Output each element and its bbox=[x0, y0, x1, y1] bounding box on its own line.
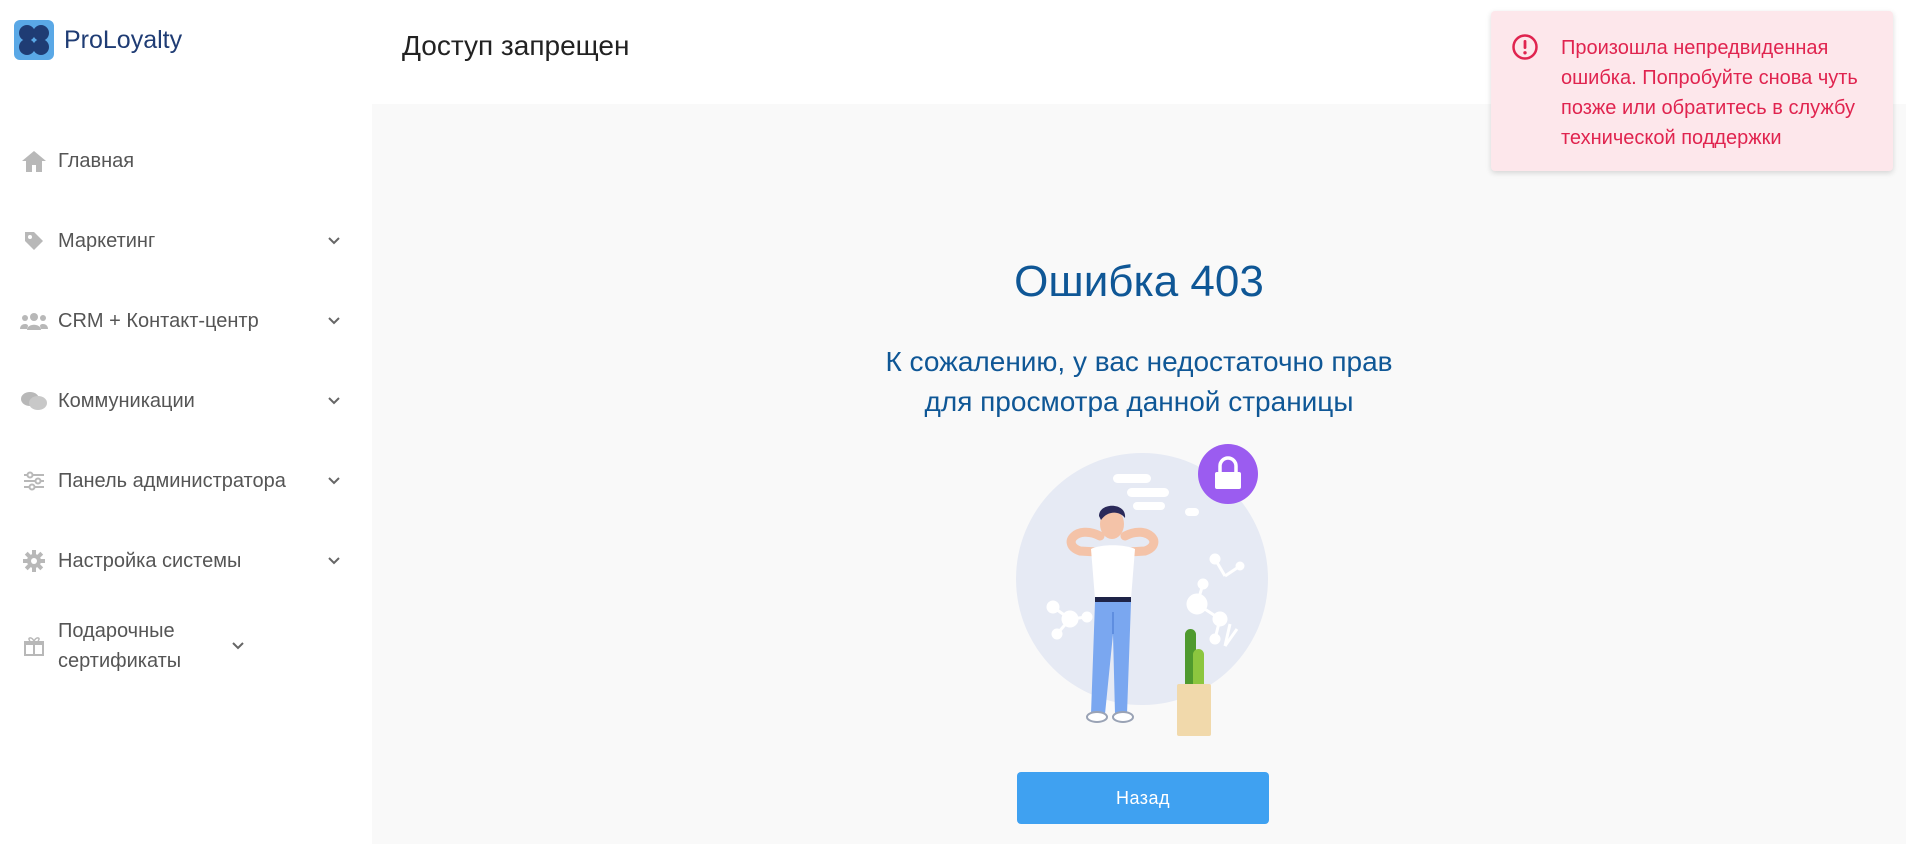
sliders-icon bbox=[20, 467, 48, 495]
sidebar-item-label: Панель администратора bbox=[58, 470, 286, 492]
chevron-down-icon[interactable] bbox=[324, 311, 344, 331]
chevron-down-icon[interactable] bbox=[324, 471, 344, 491]
users-icon bbox=[20, 307, 48, 335]
alert-circle-icon bbox=[1511, 33, 1539, 66]
sidebar-item-label: Настройка системы bbox=[58, 550, 242, 572]
page-title: Доступ запрещен bbox=[402, 30, 630, 61]
chevron-down-icon[interactable] bbox=[324, 391, 344, 411]
logo-icon bbox=[14, 20, 54, 60]
chevron-down-icon[interactable] bbox=[324, 231, 344, 251]
tag-icon bbox=[20, 227, 48, 255]
logo[interactable]: ProLoyalty bbox=[14, 20, 182, 60]
sidebar-item-gift-certificates[interactable]: Подарочные сертификаты bbox=[0, 601, 372, 691]
main-content: Ошибка 403 К сожалению, у вас недостаточ… bbox=[372, 104, 1906, 844]
error-message: К сожалению, у вас недостаточно прав для… bbox=[372, 342, 1906, 422]
gift-icon bbox=[20, 632, 48, 660]
sidebar-item-label: CRM + Контакт-центр bbox=[58, 310, 259, 332]
sidebar-item-admin-panel[interactable]: Панель администратора bbox=[0, 441, 372, 521]
error-message-line-2: для просмотра данной страницы bbox=[924, 386, 1354, 417]
toast-message: Произошла непредвиденная ошибка. Попробу… bbox=[1561, 37, 1858, 149]
sidebar-item-communications[interactable]: Коммуникации bbox=[0, 361, 372, 441]
back-button[interactable]: Назад bbox=[1017, 772, 1269, 824]
sidebar-item-marketing[interactable]: Маркетинг bbox=[0, 201, 372, 281]
sidebar-item-label: Коммуникации bbox=[58, 390, 195, 412]
sidebar-item-label: Маркетинг bbox=[58, 230, 156, 252]
error-message-line-1: К сожалению, у вас недостаточно прав bbox=[885, 346, 1393, 377]
sidebar-item-system-settings[interactable]: Настройка системы bbox=[0, 521, 372, 601]
sidebar-item-crm[interactable]: CRM + Контакт-центр bbox=[0, 281, 372, 361]
chevron-down-icon[interactable] bbox=[228, 636, 248, 656]
sidebar: ProLoyalty Главная Маркетинг CRM + Конта… bbox=[0, 0, 372, 844]
app-root: ProLoyalty Главная Маркетинг CRM + Конта… bbox=[0, 0, 1906, 844]
error-title: Ошибка 403 bbox=[1014, 257, 1264, 306]
gear-icon bbox=[20, 547, 48, 575]
chevron-down-icon[interactable] bbox=[324, 551, 344, 571]
app-name: ProLoyalty bbox=[64, 25, 183, 54]
chat-icon bbox=[20, 387, 48, 415]
sidebar-nav: Главная Маркетинг CRM + Контакт-центр Ко… bbox=[0, 121, 372, 691]
error-toast[interactable]: Произошла непредвиденная ошибка. Попробу… bbox=[1491, 11, 1893, 171]
home-icon bbox=[20, 147, 48, 175]
sidebar-item-home[interactable]: Главная bbox=[0, 121, 372, 201]
confused-person-lock-illustration bbox=[1015, 444, 1275, 744]
sidebar-item-label: Главная bbox=[58, 150, 135, 172]
sidebar-item-label: Подарочные сертификаты bbox=[58, 620, 182, 672]
